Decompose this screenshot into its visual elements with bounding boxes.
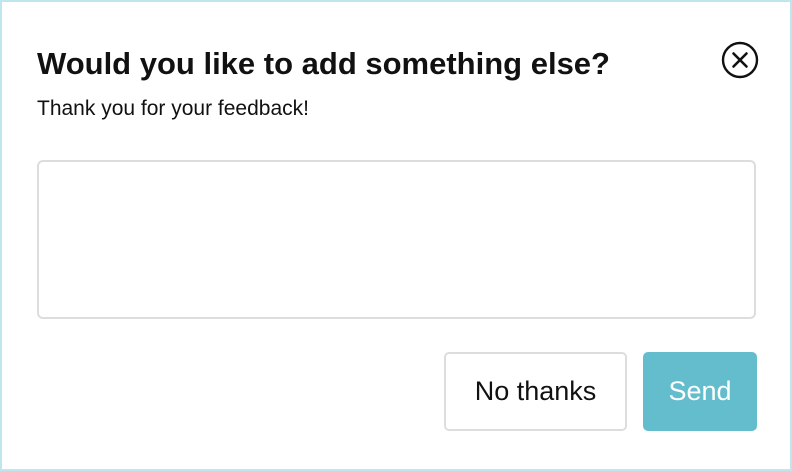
close-circle-icon bbox=[721, 41, 759, 79]
dialog-title: Would you like to add something else? bbox=[37, 46, 610, 81]
send-button[interactable]: Send bbox=[643, 352, 757, 431]
dialog-subtitle: Thank you for your feedback! bbox=[37, 97, 309, 120]
feedback-textarea[interactable] bbox=[37, 160, 756, 319]
feedback-dialog: Would you like to add something else? Th… bbox=[0, 0, 792, 471]
no-thanks-button[interactable]: No thanks bbox=[444, 352, 627, 431]
close-button[interactable] bbox=[721, 41, 759, 79]
